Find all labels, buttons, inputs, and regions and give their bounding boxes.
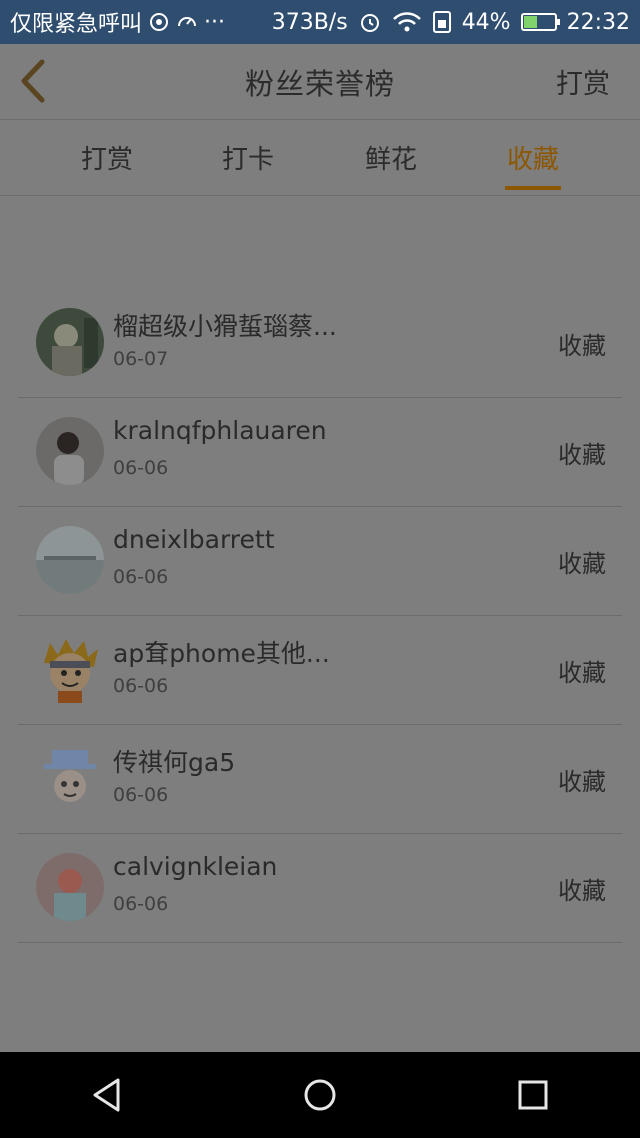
- overflow-dots: ···: [204, 9, 225, 35]
- sim-icon: [432, 10, 452, 34]
- list-item[interactable]: 榴超级小猾蜇瑙蔡... 06-07 收藏: [18, 289, 622, 398]
- favorite-label: 收藏: [558, 331, 606, 360]
- username: 榴超级小猾蜇瑙蔡...: [113, 312, 337, 341]
- username: 传祺何ga5: [113, 748, 236, 777]
- app-screen: 粉丝荣誉榜 打赏 打赏 打卡 鲜花 收藏 榴超级小猾蜇瑙蔡... 06-07 收…: [0, 44, 640, 1052]
- system-recents-button[interactable]: [503, 1065, 563, 1125]
- date: 06-06: [113, 675, 169, 697]
- avatar[interactable]: [36, 744, 104, 812]
- username: dneixlbarrett: [113, 525, 275, 554]
- favorite-label: 收藏: [558, 658, 606, 687]
- avatar[interactable]: [36, 308, 104, 376]
- tab-bar: 打赏 打卡 鲜花 收藏: [0, 120, 640, 196]
- list-item[interactable]: ap耷phome其他... 06-06 收藏: [18, 616, 622, 725]
- username: calvignkleian: [113, 852, 278, 881]
- tab-label: 打卡: [221, 145, 274, 175]
- hotspot-icon: [148, 11, 170, 33]
- favorite-label: 收藏: [558, 440, 606, 469]
- tab-label: 打赏: [80, 145, 133, 175]
- clock: 22:32: [566, 9, 630, 35]
- triangle-back-icon: [93, 1078, 120, 1112]
- page-title: 粉丝荣誉榜: [244, 66, 395, 101]
- photo-icon: [36, 308, 104, 376]
- avatar[interactable]: [36, 853, 104, 921]
- recents-square-icon: [518, 1080, 548, 1110]
- cartoon-icon: [44, 750, 96, 802]
- system-home-button[interactable]: [290, 1065, 350, 1125]
- photo-icon: [36, 526, 104, 594]
- photo-icon: [36, 417, 104, 485]
- tab-checkin[interactable]: 打卡: [198, 120, 298, 195]
- favorite-label: 收藏: [558, 876, 606, 905]
- system-back-button[interactable]: [77, 1065, 137, 1125]
- tab-label: 收藏: [506, 145, 559, 175]
- reward-button[interactable]: 打赏: [556, 44, 610, 119]
- battery-icon: [520, 13, 560, 31]
- favorite-label: 收藏: [558, 549, 606, 578]
- network-speed: 373B/s: [271, 9, 348, 35]
- list-item[interactable]: dneixlbarrett 06-06 收藏: [18, 507, 622, 616]
- date: 06-06: [113, 893, 169, 915]
- username: ap耷phome其他...: [113, 639, 330, 668]
- username: kralnqfphlauaren: [113, 416, 327, 445]
- tab-reward[interactable]: 打赏: [57, 120, 157, 195]
- photo-icon: [36, 853, 104, 921]
- tab-favorites[interactable]: 收藏: [483, 120, 583, 195]
- avatar[interactable]: [36, 417, 104, 485]
- fan-list: 榴超级小猾蜇瑙蔡... 06-07 收藏 kralnqfphlauaren 06…: [18, 289, 622, 943]
- tab-label: 鲜花: [364, 145, 417, 175]
- tab-flowers[interactable]: 鲜花: [341, 120, 441, 195]
- wifi-icon: [392, 11, 422, 33]
- date: 06-06: [113, 566, 169, 588]
- home-circle-icon: [304, 1079, 336, 1111]
- system-nav-bar: [0, 1052, 640, 1138]
- carrier-text: 仅限紧急呼叫: [10, 12, 143, 37]
- alarm-icon: [358, 10, 382, 34]
- avatar[interactable]: [36, 526, 104, 594]
- battery-percent: 44%: [461, 9, 511, 35]
- tab-indicator: [505, 186, 561, 190]
- status-bar: 仅限紧急呼叫 ··· 373B/s 44% 22:32: [0, 0, 640, 44]
- date: 06-07: [113, 348, 169, 370]
- date: 06-06: [113, 784, 169, 806]
- date: 06-06: [113, 457, 169, 479]
- list-item[interactable]: kralnqfphlauaren 06-06 收藏: [18, 398, 622, 507]
- list-item[interactable]: 传祺何ga5 06-06 收藏: [18, 725, 622, 834]
- list-item[interactable]: calvignkleian 06-06 收藏: [18, 834, 622, 943]
- avatar[interactable]: [36, 635, 104, 703]
- favorite-label: 收藏: [558, 767, 606, 796]
- cartoon-icon: [44, 639, 98, 703]
- top-nav: 粉丝荣誉榜 打赏: [0, 44, 640, 120]
- speed-gauge-icon: [176, 11, 198, 33]
